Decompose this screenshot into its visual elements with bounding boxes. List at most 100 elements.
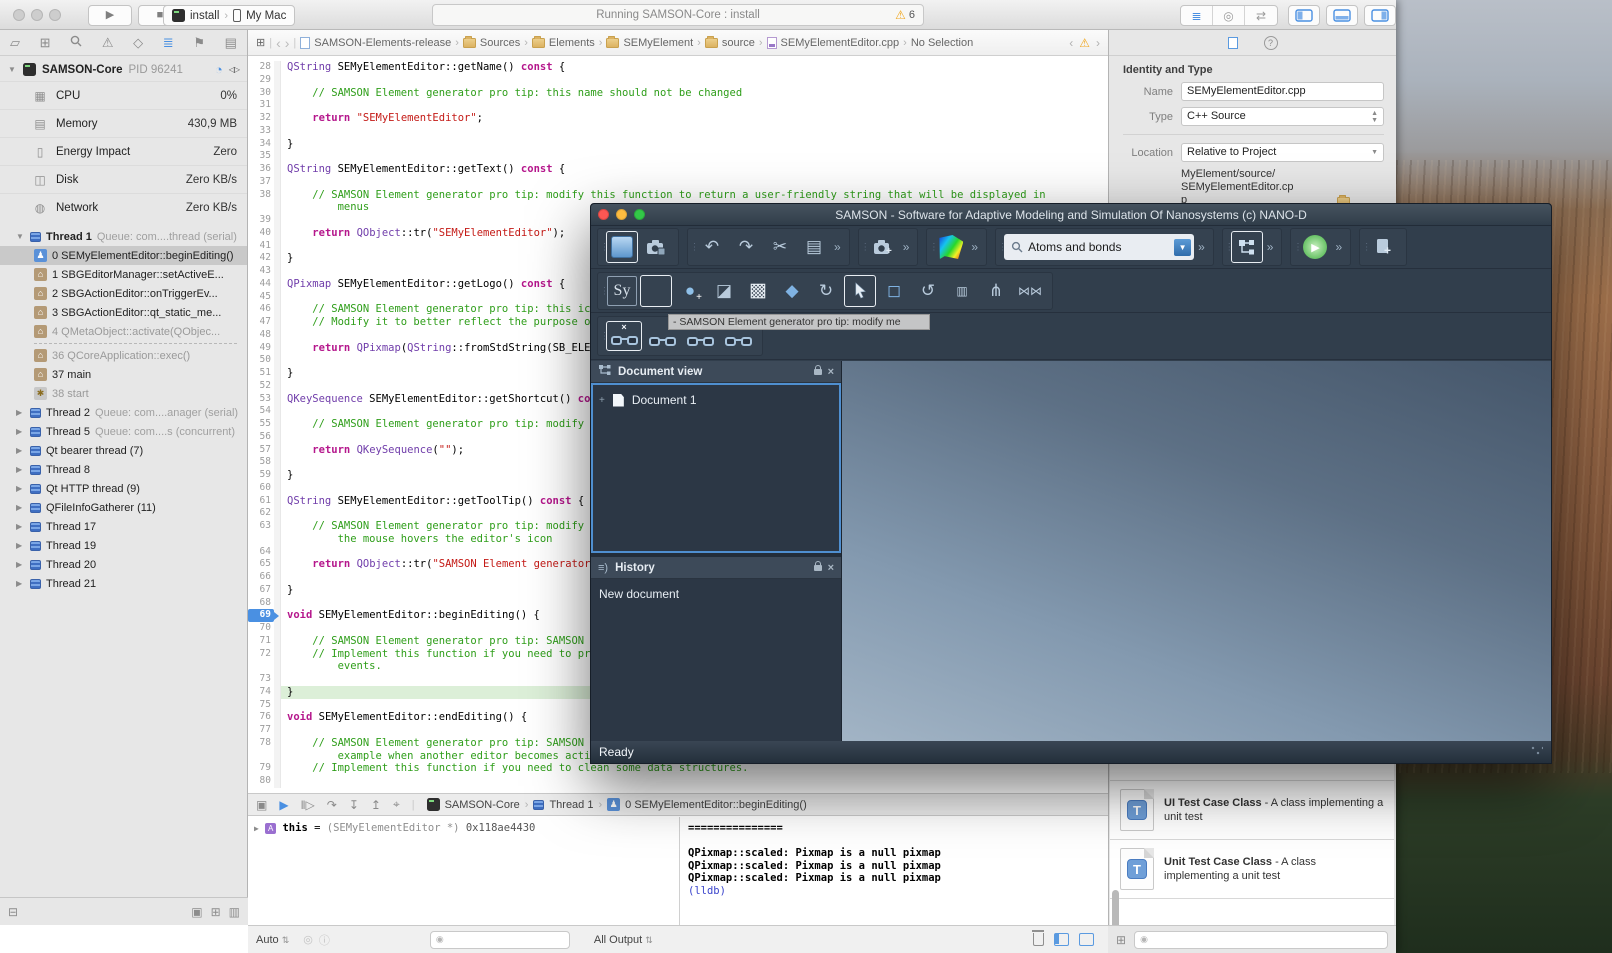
breadcrumb-item[interactable]: Sources: [480, 37, 520, 49]
scheme-selector[interactable]: install › My Mac: [163, 5, 295, 26]
issues-badge[interactable]: ⚠ 6: [895, 8, 915, 22]
add-element-button[interactable]: +: [1368, 231, 1400, 263]
fold-ribbon[interactable]: [274, 711, 281, 724]
breadcrumb-item[interactable]: No Selection: [911, 37, 973, 49]
line-number[interactable]: 61: [248, 495, 274, 508]
console-output[interactable]: =============== QPixmap::scaled: Pixmap …: [680, 817, 1108, 925]
fold-ribbon[interactable]: [274, 775, 281, 788]
thread-row[interactable]: ▶Thread 17: [0, 517, 247, 536]
line-number[interactable]: 69: [248, 609, 274, 622]
thread-row[interactable]: ▶Thread 20: [0, 555, 247, 574]
line-number[interactable]: 63: [248, 520, 274, 533]
prev-issue-icon[interactable]: ‹: [1069, 36, 1073, 50]
fold-ribbon[interactable]: [274, 112, 281, 125]
line-number[interactable]: 50: [248, 354, 274, 367]
fold-ribbon[interactable]: [274, 201, 281, 214]
fold-ribbon[interactable]: [274, 495, 281, 508]
back-icon[interactable]: ‹: [276, 35, 281, 51]
process-row[interactable]: ▼ SAMSON-Core PID 96241 ◔ ◁▷: [0, 56, 247, 81]
selection-search-dropdown[interactable]: Atoms and bonds ▼: [1004, 234, 1194, 260]
line-number[interactable]: 58: [248, 456, 274, 469]
redo-button[interactable]: ↷: [730, 231, 762, 263]
line-number[interactable]: 44: [248, 278, 274, 291]
toggle-navigator-button[interactable]: [1288, 5, 1320, 26]
line-number[interactable]: 46: [248, 303, 274, 316]
line-number[interactable]: 79: [248, 762, 274, 775]
resize-grip[interactable]: [1531, 746, 1543, 758]
forward-icon[interactable]: ›: [285, 35, 290, 51]
overflow-icon[interactable]: »: [969, 240, 980, 254]
line-number[interactable]: 77: [248, 724, 274, 737]
standard-editor-button[interactable]: ≣: [1181, 6, 1213, 25]
fold-ribbon[interactable]: [274, 444, 281, 457]
thread-row[interactable]: ▶Thread 5Queue: com....s (concurrent): [0, 422, 247, 441]
fold-ribbon[interactable]: [274, 405, 281, 418]
dropdown-arrow-icon[interactable]: ▼: [1174, 239, 1191, 256]
gauge-row-network[interactable]: ◍NetworkZero KB/s: [0, 193, 247, 221]
thread-row[interactable]: ▶Thread 19: [0, 536, 247, 555]
periodic-table-button[interactable]: Sy: [606, 275, 638, 307]
stereo-off-button[interactable]: ×: [606, 321, 642, 351]
name-field[interactable]: SEMyElementEditor.cpp: [1181, 82, 1384, 101]
stack-frame-row[interactable]: ⌂37 main: [0, 365, 247, 384]
step-over-icon[interactable]: ↷: [327, 798, 337, 812]
line-number[interactable]: [248, 201, 274, 214]
fold-ribbon[interactable]: [274, 507, 281, 520]
line-number[interactable]: 67: [248, 584, 274, 597]
show-console-pane-icon[interactable]: [1079, 933, 1094, 946]
fold-ribbon[interactable]: [274, 431, 281, 444]
overflow-icon[interactable]: »: [1333, 240, 1344, 254]
line-number[interactable]: 53: [248, 393, 274, 406]
fold-ribbon[interactable]: [274, 291, 281, 304]
document-tree-item[interactable]: + Document 1: [593, 385, 839, 415]
new-document-button[interactable]: [606, 231, 638, 263]
overflow-icon[interactable]: »: [1196, 240, 1207, 254]
fold-ribbon[interactable]: [274, 176, 281, 189]
thread-row[interactable]: ▶Qt HTTP thread (9): [0, 479, 247, 498]
thread-row[interactable]: ▶Thread 21: [0, 574, 247, 593]
disclosure-triangle[interactable]: ▶: [16, 541, 25, 550]
thread-row[interactable]: ▶Qt bearer thread (7): [0, 441, 247, 460]
show-only-crashed-icon[interactable]: ▣: [191, 905, 202, 919]
find-navigator-icon[interactable]: [70, 35, 82, 50]
next-issue-icon[interactable]: ›: [1096, 36, 1100, 50]
blank-tool-button[interactable]: [640, 275, 672, 307]
test-navigator-icon[interactable]: ◇: [133, 35, 143, 51]
line-number[interactable]: 56: [248, 431, 274, 444]
region-select-button[interactable]: ◻: [878, 275, 910, 307]
stack-frame-row[interactable]: ♟0 SEMyElementEditor::beginEditing(): [0, 246, 247, 265]
symbol-navigator-icon[interactable]: ⊞: [40, 35, 51, 51]
line-number[interactable]: 78: [248, 737, 274, 750]
stack-frame-row[interactable]: ⌂3 SBGActionEditor::qt_static_me...: [0, 303, 247, 322]
breadcrumb-item[interactable]: SAMSON-Elements-release: [314, 37, 451, 49]
fold-ribbon[interactable]: [274, 635, 281, 648]
library-grid-icon[interactable]: ⊞: [1116, 933, 1126, 947]
breadcrumb-item[interactable]: Elements: [549, 37, 595, 49]
line-number[interactable]: 30: [248, 87, 274, 100]
samson-titlebar[interactable]: SAMSON - Software for Adaptive Modeling …: [591, 204, 1551, 226]
angle-tool-button[interactable]: ⋔: [980, 275, 1012, 307]
continue-icon[interactable]: ‖▷: [301, 798, 315, 812]
breadcrumb-item[interactable]: SEMyElementEditor.cpp: [781, 37, 900, 49]
line-number[interactable]: 42: [248, 252, 274, 265]
flag-filter-icon[interactable]: ◎: [303, 933, 313, 946]
type-select[interactable]: C++ Source▲▼: [1181, 107, 1384, 126]
stack-depth-icon[interactable]: ▥: [229, 905, 240, 919]
line-number[interactable]: 40: [248, 227, 274, 240]
fold-ribbon[interactable]: [274, 189, 281, 202]
node-editor-button[interactable]: [1231, 231, 1263, 263]
fold-ribbon[interactable]: [274, 456, 281, 469]
fold-ribbon[interactable]: [274, 584, 281, 597]
line-number[interactable]: 38: [248, 189, 274, 202]
save-screenshot-button[interactable]: [640, 231, 672, 263]
line-number[interactable]: 41: [248, 240, 274, 253]
thread-row[interactable]: ▶QFileInfoGatherer (11): [0, 498, 247, 517]
line-number[interactable]: 62: [248, 507, 274, 520]
disclosure-triangle[interactable]: ▶: [16, 465, 25, 474]
clear-console-icon[interactable]: [1033, 933, 1044, 946]
fold-ribbon[interactable]: [274, 61, 281, 74]
viewport-3d[interactable]: [841, 361, 1551, 741]
gauge-row-disk[interactable]: ◫DiskZero KB/s: [0, 165, 247, 193]
fold-ribbon[interactable]: [274, 724, 281, 737]
fold-ribbon[interactable]: [274, 227, 281, 240]
